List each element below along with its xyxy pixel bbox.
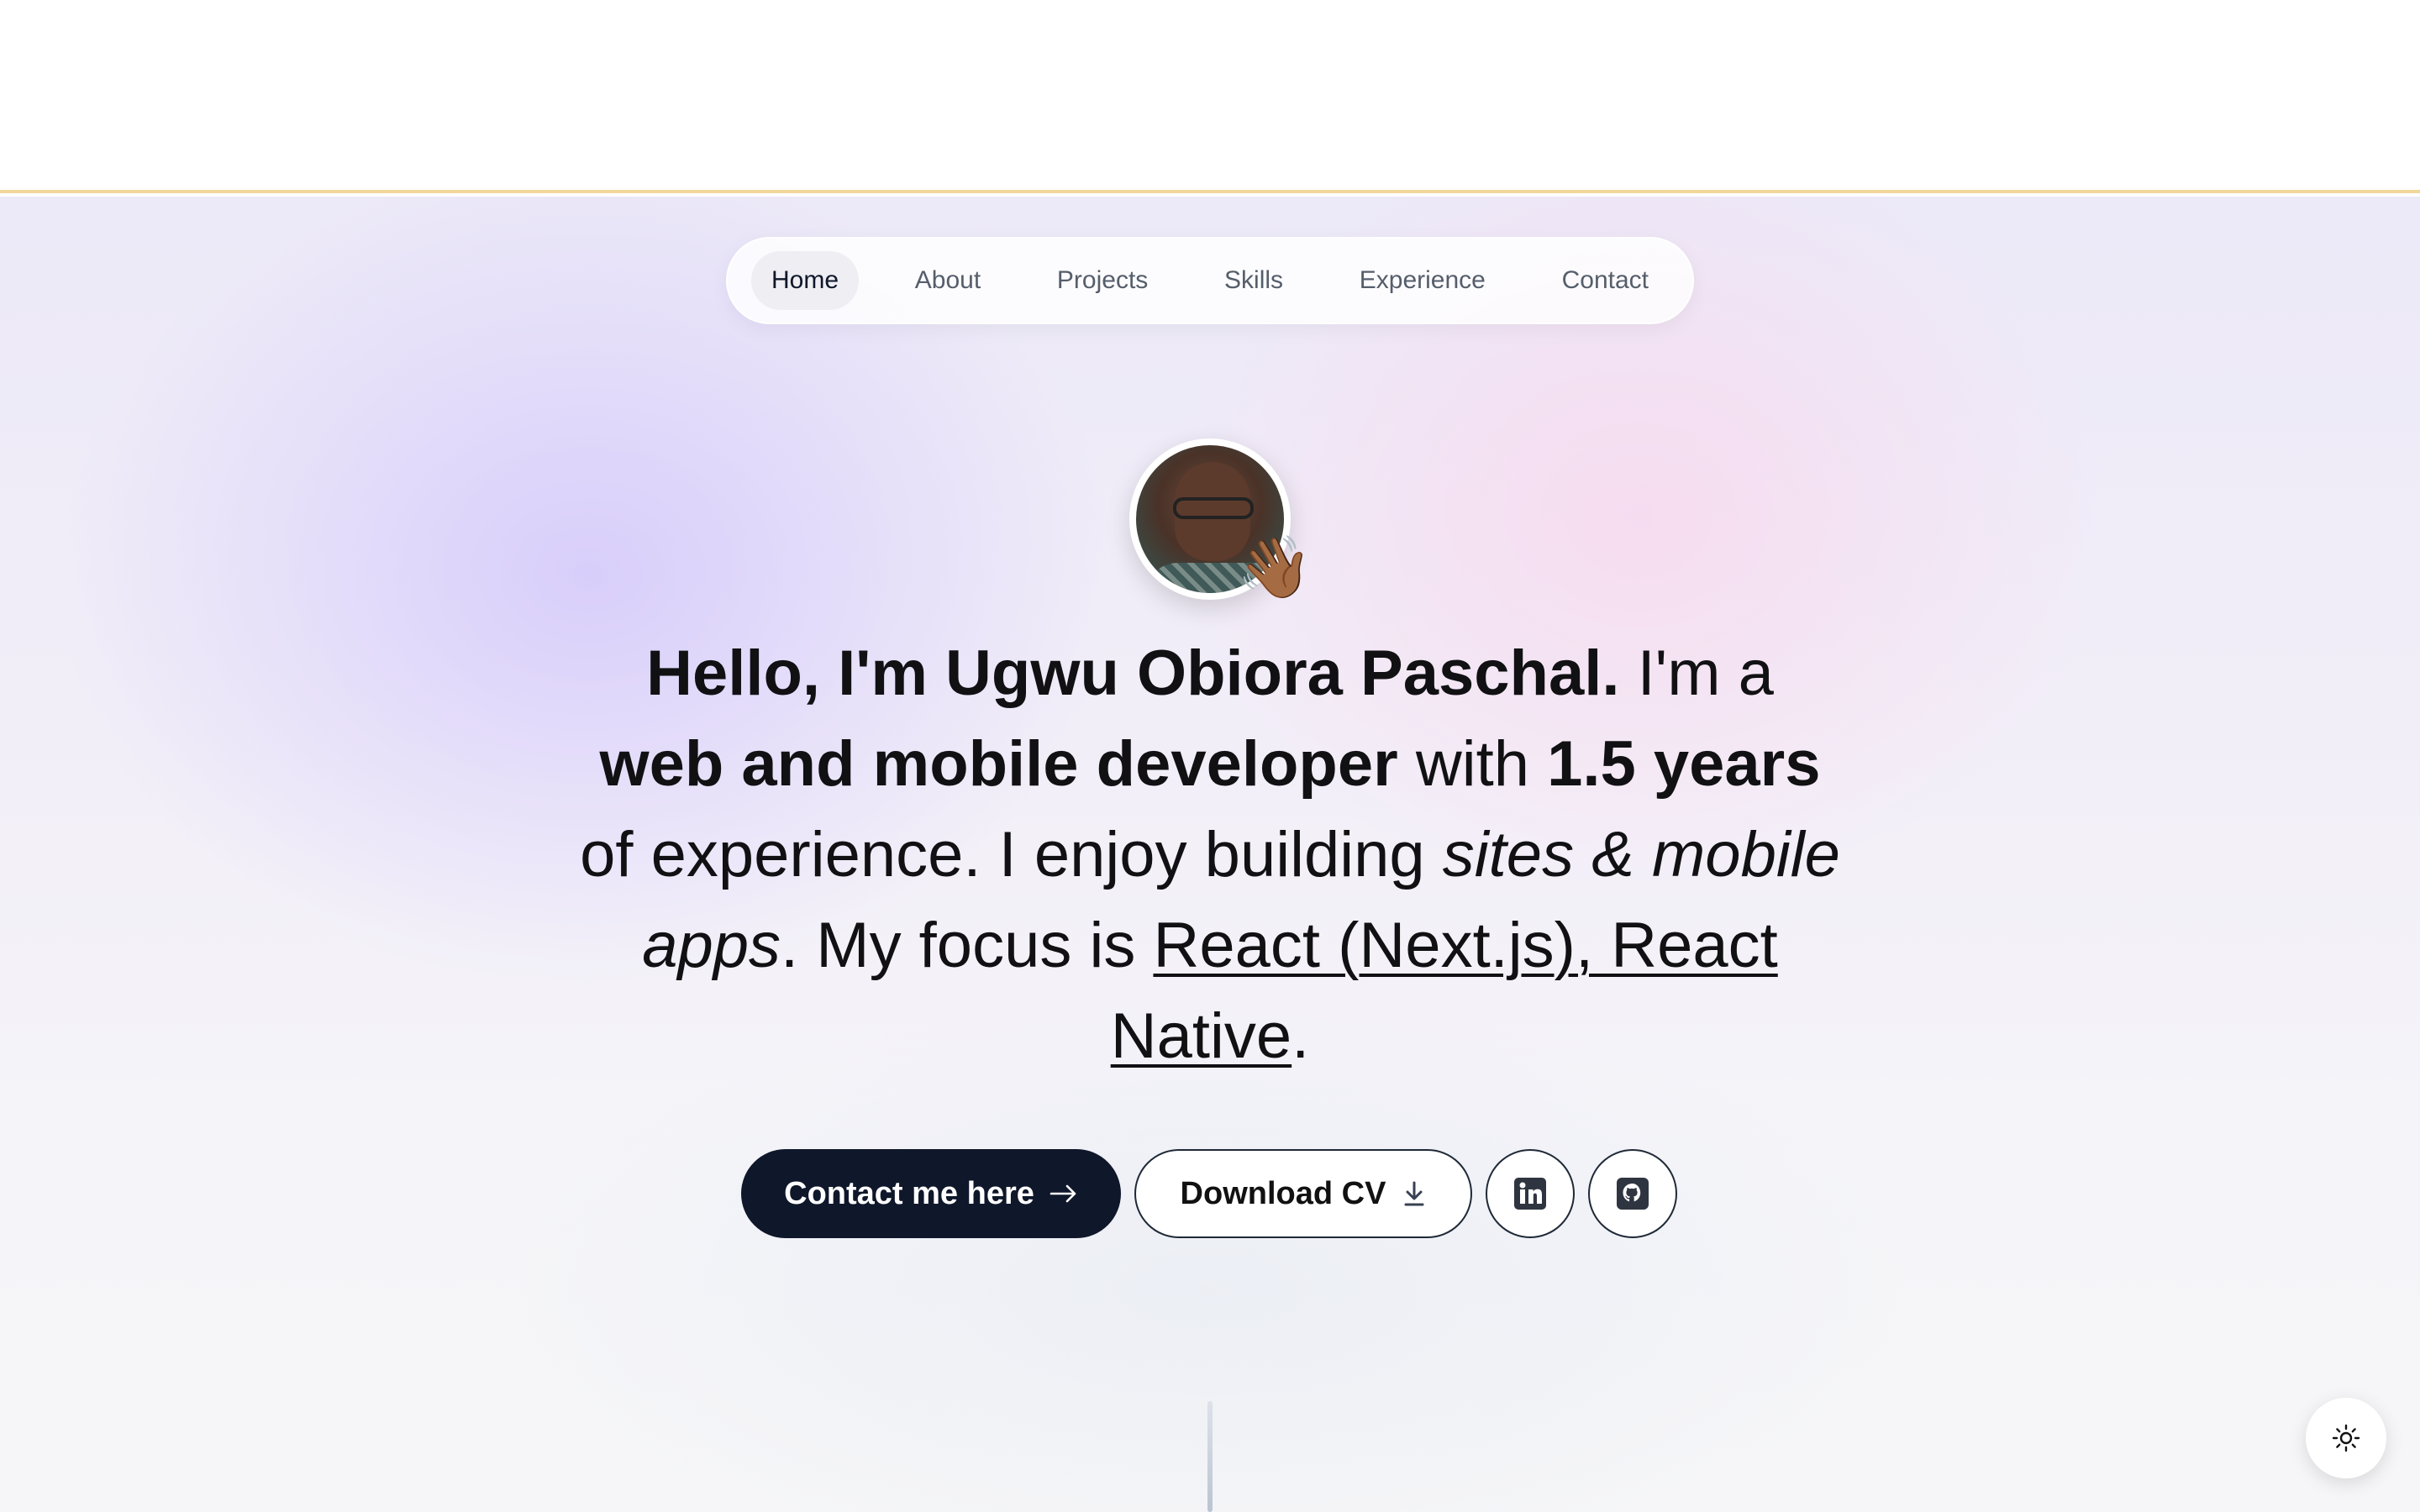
arrow-right-icon bbox=[1050, 1184, 1076, 1203]
contact-button-label: Contact me here bbox=[784, 1175, 1034, 1211]
download-cv-button[interactable]: Download CV bbox=[1134, 1149, 1472, 1238]
waving-hand-icon: 👋🏾 bbox=[1237, 534, 1313, 601]
hero-end: . bbox=[1292, 1000, 1310, 1072]
scroll-indicator-line bbox=[1207, 1401, 1213, 1512]
top-blank-bar bbox=[0, 0, 2420, 193]
nav-item-about[interactable]: About bbox=[895, 251, 1001, 310]
hero-actions: Contact me here Download CV bbox=[741, 1147, 1679, 1240]
linkedin-button[interactable] bbox=[1486, 1149, 1575, 1238]
hero-with: with bbox=[1397, 728, 1548, 800]
hero-headline: Hello, I'm Ugwu Obiora Paschal. I'm a we… bbox=[580, 628, 1840, 1082]
avatar: 👋🏾 bbox=[1129, 438, 1313, 600]
hero-greeting: Hello, I'm Ugwu Obiora Paschal. bbox=[646, 638, 1620, 709]
nav-item-experience[interactable]: Experience bbox=[1339, 251, 1506, 310]
avatar-glasses bbox=[1173, 497, 1254, 519]
github-button[interactable] bbox=[1588, 1149, 1677, 1238]
hero-im-a: I'm a bbox=[1619, 638, 1774, 709]
github-icon bbox=[1617, 1178, 1649, 1210]
hero-years: 1.5 years bbox=[1547, 728, 1821, 800]
theme-toggle-button[interactable] bbox=[2306, 1398, 2386, 1478]
download-cv-label: Download CV bbox=[1180, 1175, 1386, 1211]
hero-of-experience: of experience. I enjoy building bbox=[580, 819, 1443, 890]
sun-icon bbox=[2332, 1424, 2360, 1452]
nav-item-projects[interactable]: Projects bbox=[1037, 251, 1168, 310]
hero-role: web and mobile developer bbox=[599, 728, 1398, 800]
nav-item-contact[interactable]: Contact bbox=[1542, 251, 1669, 310]
main-nav: Home About Projects Skills Experience Co… bbox=[726, 237, 1694, 324]
hero-focus: React (Next.js), React Native bbox=[1110, 910, 1778, 1072]
nav-item-home[interactable]: Home bbox=[751, 251, 860, 310]
contact-button[interactable]: Contact me here bbox=[741, 1149, 1121, 1238]
nav-item-skills[interactable]: Skills bbox=[1204, 251, 1303, 310]
download-icon bbox=[1404, 1181, 1424, 1206]
hero-focus-intro: . My focus is bbox=[781, 910, 1154, 981]
linkedin-icon bbox=[1514, 1178, 1546, 1210]
